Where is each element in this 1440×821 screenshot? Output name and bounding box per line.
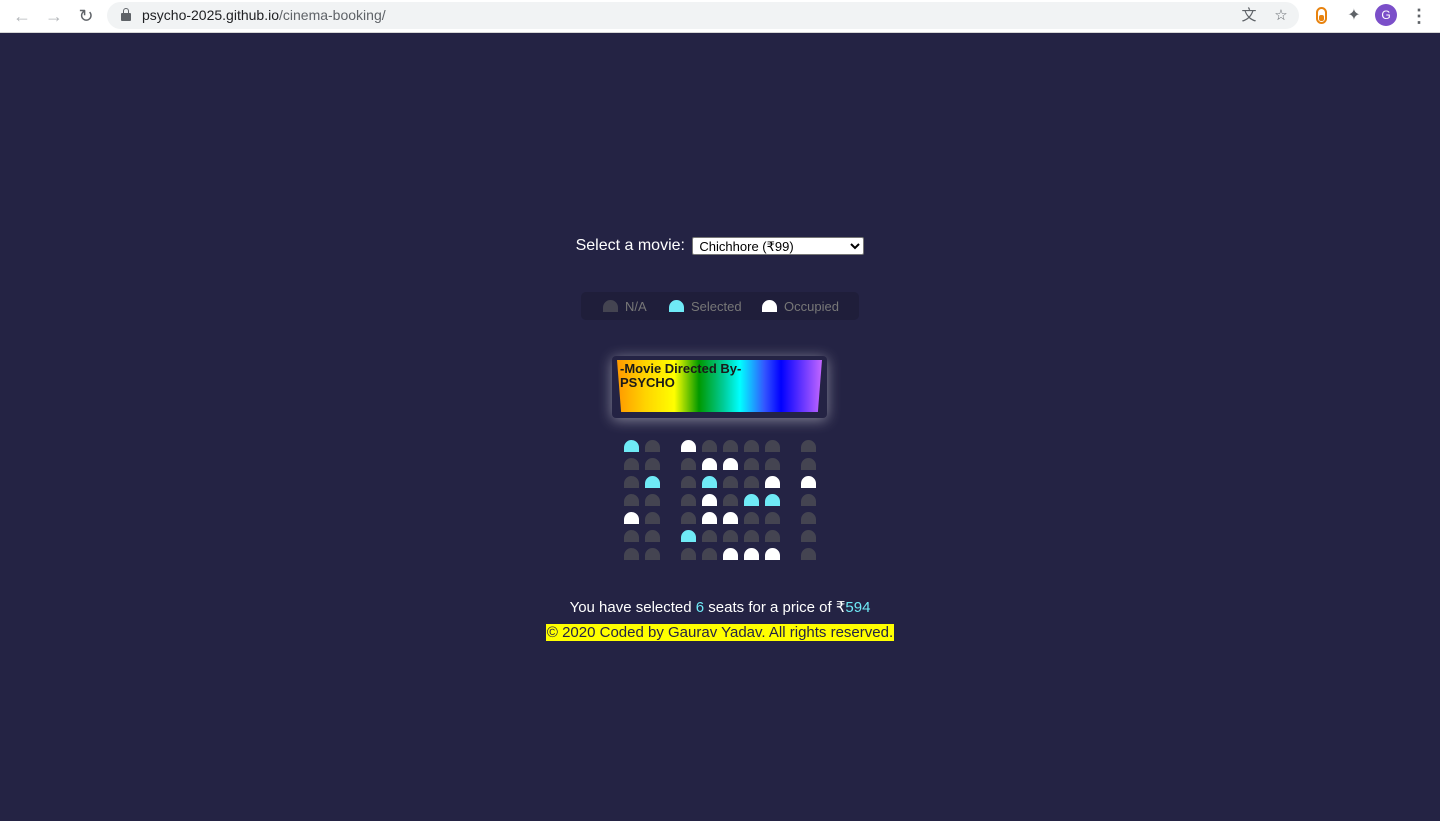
seat[interactable] (744, 458, 759, 470)
url-path: /cinema-booking/ (279, 7, 386, 23)
avatar[interactable]: G (1375, 4, 1397, 26)
seat[interactable] (624, 494, 639, 506)
movie-screen: -Movie Directed By- PSYCHO (617, 360, 822, 412)
seat[interactable] (723, 440, 738, 452)
legend-occupied: Occupied (762, 292, 839, 320)
seat (744, 548, 759, 560)
seat (801, 476, 816, 488)
seat[interactable] (681, 476, 696, 488)
legend-selected: Selected (669, 292, 742, 320)
seat-na-icon (603, 300, 618, 312)
seat[interactable] (681, 458, 696, 470)
seat[interactable] (723, 530, 738, 542)
movie-select-label: Select a movie: (575, 237, 685, 254)
seat (681, 440, 696, 452)
seat[interactable] (624, 548, 639, 560)
seat[interactable] (801, 548, 816, 560)
booking-summary: You have selected 6 seats for a price of… (0, 599, 1440, 617)
url-domain: psycho-2025.github.io (142, 7, 279, 23)
seat (624, 512, 639, 524)
browser-toolbar: ← → ↻ psycho-2025.github.io/cinema-booki… (0, 0, 1440, 33)
seat[interactable] (744, 440, 759, 452)
reload-icon[interactable]: ↻ (74, 5, 98, 27)
seat[interactable] (744, 476, 759, 488)
puzzle-icon[interactable]: ✦ (1343, 5, 1365, 27)
star-icon[interactable]: ☆ (1271, 6, 1291, 26)
seat[interactable] (801, 512, 816, 524)
seat[interactable] (723, 494, 738, 506)
seat[interactable] (624, 476, 639, 488)
seat[interactable] (645, 530, 660, 542)
seat[interactable] (765, 530, 780, 542)
seat[interactable] (645, 440, 660, 452)
seat (702, 512, 717, 524)
back-icon[interactable]: ← (10, 5, 34, 27)
seat[interactable] (801, 440, 816, 452)
seat[interactable] (624, 458, 639, 470)
footer-text: © 2020 Coded by Gaurav Yadav. All rights… (545, 624, 895, 641)
seat-selected-icon (669, 300, 684, 312)
seat[interactable] (681, 494, 696, 506)
seat[interactable] (744, 530, 759, 542)
seat[interactable] (645, 458, 660, 470)
footer: © 2020 Coded by Gaurav Yadav. All rights… (0, 624, 1440, 642)
address-bar[interactable]: psycho-2025.github.io/cinema-booking/ 文 … (107, 2, 1299, 29)
seat[interactable] (624, 530, 639, 542)
seat (702, 458, 717, 470)
seat[interactable] (645, 548, 660, 560)
legend-na: N/A (603, 292, 647, 320)
lock-icon[interactable] (121, 8, 131, 22)
page-content: Select a movie: Chichhore (₹99) N/A Sele… (0, 34, 1440, 821)
seat[interactable] (681, 530, 696, 542)
movie-container: Select a movie: Chichhore (₹99) (0, 237, 1440, 255)
forward-icon[interactable]: → (42, 5, 66, 27)
seat[interactable] (765, 494, 780, 506)
screen-text-line2: PSYCHO (620, 375, 675, 390)
movie-select[interactable]: Chichhore (₹99) (692, 237, 865, 255)
seat[interactable] (744, 512, 759, 524)
selected-count: 6 (695, 599, 705, 616)
summary-prefix: You have selected (569, 599, 692, 616)
seat (765, 476, 780, 488)
seat-occupied-icon (762, 300, 777, 312)
translate-icon[interactable]: 文 (1239, 6, 1259, 26)
seat[interactable] (681, 512, 696, 524)
summary-middle: seats for a price of ₹ (708, 599, 846, 616)
seat[interactable] (681, 548, 696, 560)
url-text: psycho-2025.github.io/cinema-booking/ (142, 7, 386, 24)
seat[interactable] (624, 440, 639, 452)
seat (723, 548, 738, 560)
seat[interactable] (702, 476, 717, 488)
legend-occupied-label: Occupied (784, 298, 839, 314)
seat-legend: N/A Selected Occupied (581, 292, 859, 320)
seat[interactable] (801, 458, 816, 470)
seat[interactable] (702, 548, 717, 560)
seat[interactable] (801, 494, 816, 506)
legend-na-label: N/A (625, 298, 647, 314)
seat[interactable] (765, 458, 780, 470)
seat[interactable] (645, 476, 660, 488)
seat (723, 512, 738, 524)
seat[interactable] (723, 476, 738, 488)
legend-selected-label: Selected (691, 298, 742, 314)
seat[interactable] (801, 530, 816, 542)
extension-icon[interactable] (1316, 7, 1327, 24)
seat[interactable] (702, 440, 717, 452)
seat[interactable] (702, 530, 717, 542)
seat[interactable] (765, 512, 780, 524)
seat[interactable] (765, 440, 780, 452)
seat[interactable] (645, 512, 660, 524)
seat (723, 458, 738, 470)
seat (702, 494, 717, 506)
menu-icon[interactable]: ⋮ (1410, 5, 1428, 27)
seat[interactable] (645, 494, 660, 506)
screen-text-line1: -Movie Directed By- (620, 361, 742, 376)
total-price: 594 (845, 599, 871, 616)
seat (765, 548, 780, 560)
seat[interactable] (744, 494, 759, 506)
